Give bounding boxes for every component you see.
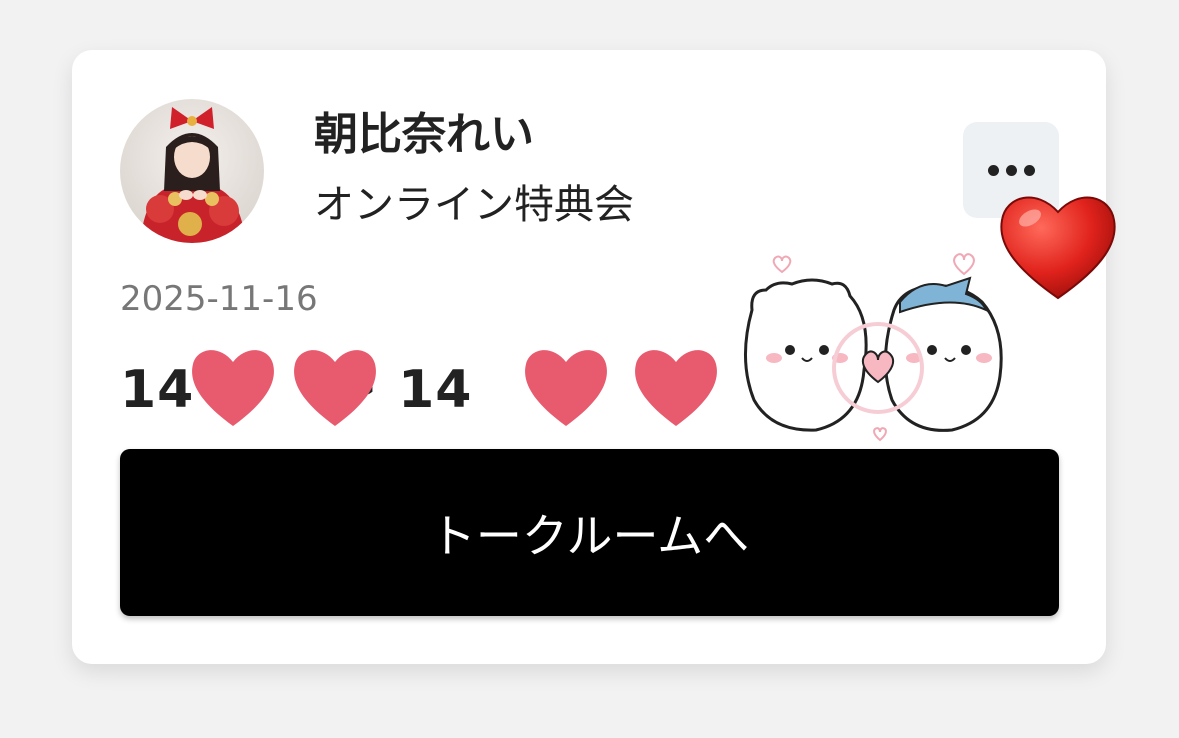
ellipsis-icon xyxy=(988,165,999,176)
ellipsis-icon-dot xyxy=(1006,165,1017,176)
event-date: 2025-11-16 xyxy=(120,279,318,319)
heart-sticker-icon xyxy=(294,350,376,426)
talk-room-button[interactable]: トークルームへ xyxy=(120,449,1059,616)
time-start-prefix: 14 xyxy=(120,360,195,420)
event-performer-name: 朝比奈れい xyxy=(314,109,534,160)
avatar[interactable] xyxy=(120,99,264,243)
heart-sticker-icon xyxy=(192,350,274,426)
event-type: オンライン特典会 xyxy=(314,182,634,228)
heart-sticker-icon xyxy=(525,350,607,426)
ellipsis-icon-dot xyxy=(1024,165,1035,176)
bear-characters-sticker-icon xyxy=(744,253,1003,442)
heart-sticker-icon xyxy=(635,350,717,426)
talk-room-label: トークルームへ xyxy=(429,508,750,563)
time-end-prefix: 14 xyxy=(398,360,473,420)
red-heart-emoji-icon xyxy=(1000,196,1116,300)
